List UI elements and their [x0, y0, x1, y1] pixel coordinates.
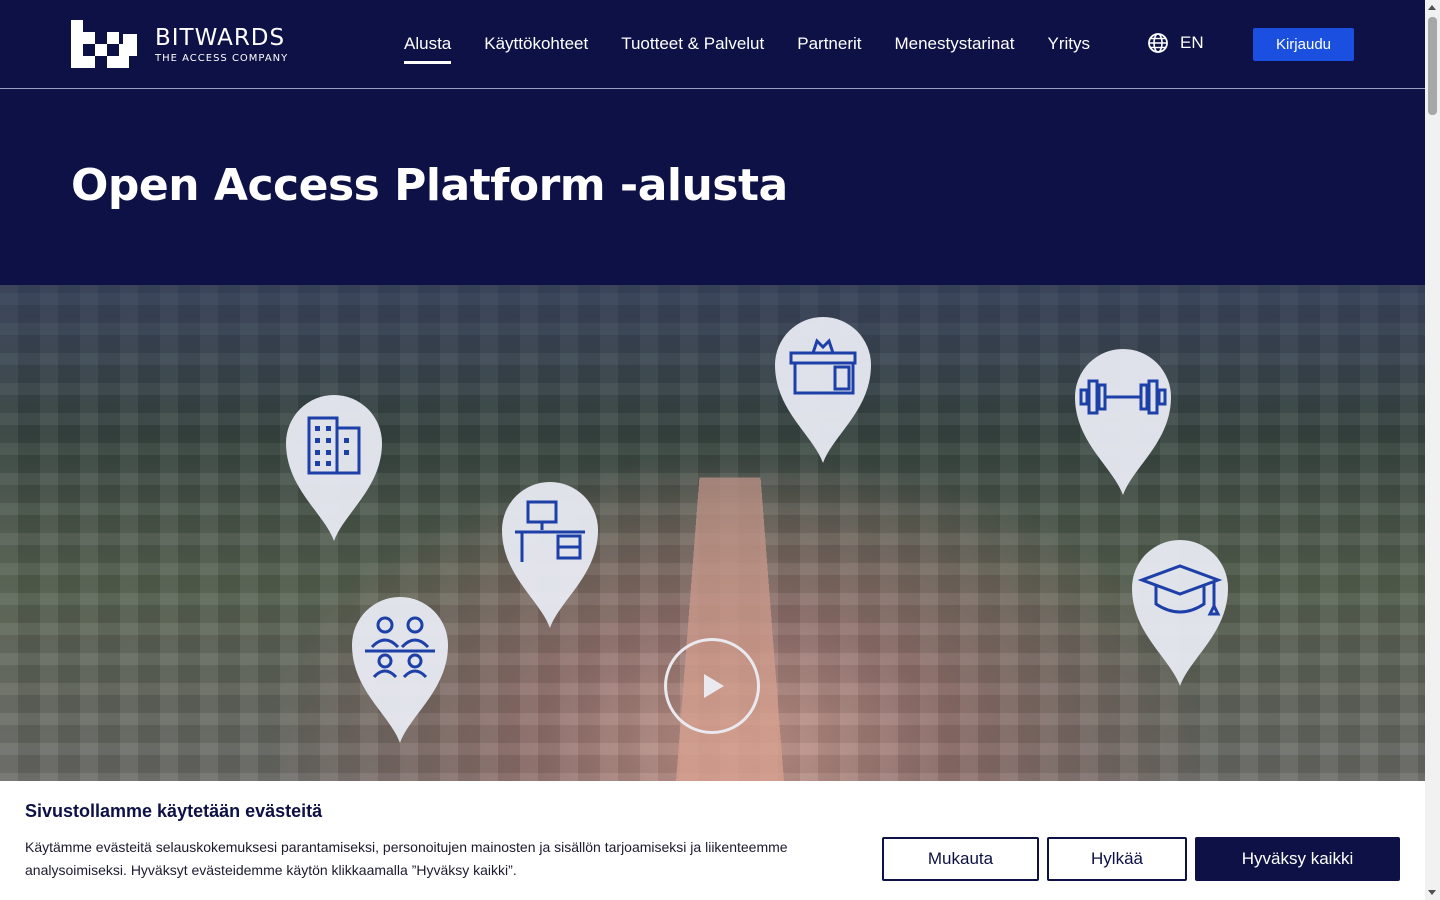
site-header: BITWARDS THE ACCESS COMPANY Alusta Käytt… [0, 0, 1425, 89]
globe-icon [1148, 33, 1168, 53]
reception-desk-icon [775, 317, 871, 463]
cookie-banner: Sivustollamme käytetään evästeitä Käytäm… [0, 781, 1425, 900]
brand-tagline: THE ACCESS COMPANY [155, 53, 289, 64]
scrollbar-thumb[interactable] [1428, 17, 1437, 115]
language-selector[interactable]: EN [1148, 33, 1204, 53]
page-title: Open Access Platform -alusta [71, 160, 788, 211]
graduation-cap-icon [1132, 540, 1228, 686]
scroll-up-arrow-icon[interactable] [1428, 5, 1436, 10]
page-scrollbar[interactable] [1425, 0, 1440, 900]
hero-video-thumbnail[interactable] [0, 285, 1425, 785]
logo-wordmark: BITWARDS THE ACCESS COMPANY [155, 25, 288, 65]
login-button[interactable]: Kirjaudu [1253, 28, 1354, 61]
logo-mark-icon [71, 20, 137, 68]
nav-item-partnerit[interactable]: Partnerit [797, 34, 861, 64]
main-nav: Alusta Käyttökohteet Tuotteet & Palvelut… [404, 34, 1123, 64]
customize-cookies-button[interactable]: Mukauta [882, 837, 1039, 881]
office-building-icon [286, 395, 382, 541]
nav-item-menestystarinat[interactable]: Menestystarinat [894, 34, 1014, 64]
play-video-button[interactable] [664, 638, 760, 734]
scroll-down-arrow-icon[interactable] [1428, 890, 1436, 895]
gym-dumbbell-icon [1075, 349, 1171, 495]
play-icon [704, 674, 724, 698]
language-label: EN [1180, 33, 1204, 52]
bitwards-logo[interactable]: BITWARDS THE ACCESS COMPANY [71, 20, 288, 70]
cookie-title: Sivustollamme käytetään evästeitä [25, 801, 323, 821]
nav-item-kayttokohteet[interactable]: Käyttökohteet [484, 34, 588, 64]
nav-item-alusta[interactable]: Alusta [404, 34, 452, 64]
desk-icon [502, 482, 598, 628]
accept-all-cookies-button[interactable]: Hyväksy kaikki [1195, 837, 1400, 881]
nav-item-tuotteet-palvelut[interactable]: Tuotteet & Palvelut [621, 34, 764, 64]
cookie-text: Käytämme evästeitä selauskokemuksesi par… [25, 839, 788, 878]
reject-cookies-button[interactable]: Hylkää [1047, 837, 1187, 881]
brand-name: BITWARDS [155, 25, 286, 51]
meeting-room-icon [352, 597, 448, 743]
city-road [672, 477, 788, 785]
nav-item-yritys[interactable]: Yritys [1047, 34, 1090, 64]
